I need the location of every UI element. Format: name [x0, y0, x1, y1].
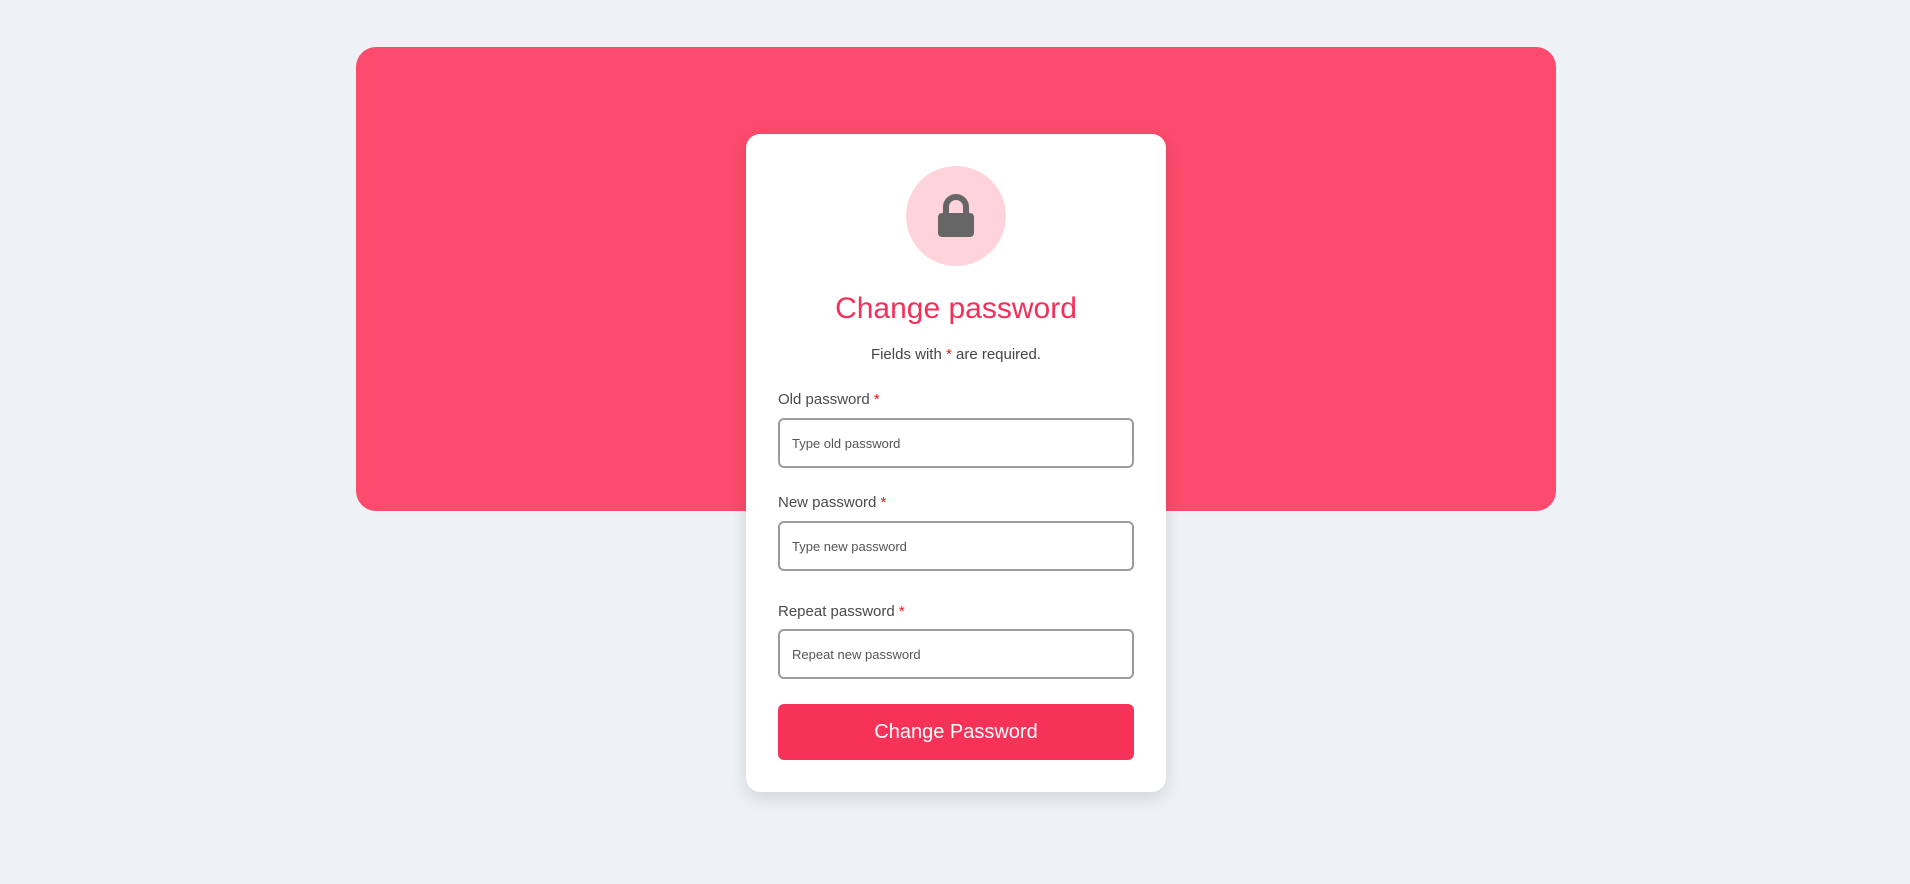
page-title: Change password — [835, 292, 1077, 325]
repeat-password-input[interactable] — [778, 629, 1134, 679]
change-password-button[interactable]: Change Password — [778, 704, 1134, 760]
change-password-card: Change password Fields with * are requir… — [746, 134, 1166, 792]
required-asterisk: * — [945, 346, 952, 363]
new-password-label: New password * — [778, 494, 886, 511]
required-note: Fields with * are required. — [746, 346, 1166, 363]
new-password-label-text: New password — [778, 494, 877, 511]
required-note-suffix: are required. — [955, 346, 1042, 363]
repeat-password-label: Repeat password * — [778, 603, 905, 620]
required-note-prefix: Fields with — [870, 346, 942, 363]
new-password-input[interactable] — [778, 521, 1134, 571]
lock-icon — [938, 194, 974, 237]
required-asterisk: * — [873, 391, 880, 408]
repeat-password-label-text: Repeat password — [778, 603, 895, 620]
required-asterisk: * — [898, 603, 905, 620]
old-password-label-text: Old password — [778, 391, 870, 408]
old-password-label: Old password * — [778, 391, 880, 408]
lock-badge — [906, 166, 1006, 266]
old-password-input[interactable] — [778, 418, 1134, 468]
required-asterisk: * — [880, 494, 887, 511]
